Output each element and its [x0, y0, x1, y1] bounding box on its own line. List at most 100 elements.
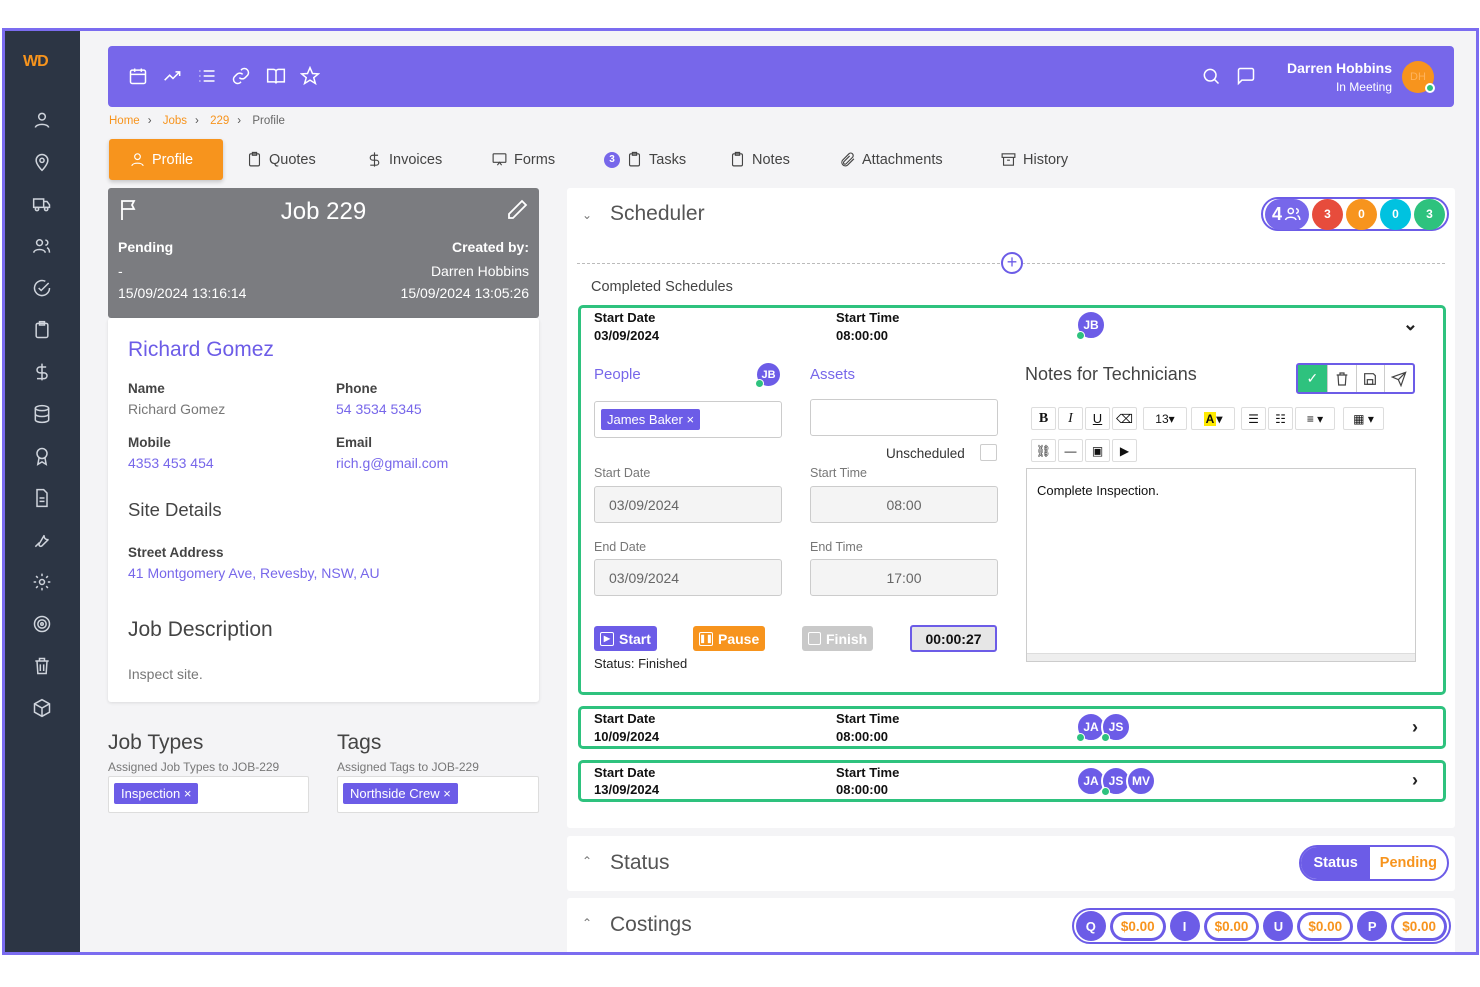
user-avatar[interactable]: DH — [1402, 61, 1435, 93]
save-icon[interactable] — [1355, 365, 1385, 392]
red-count[interactable]: 3 — [1312, 198, 1343, 230]
video-icon[interactable]: ▶ — [1112, 439, 1137, 462]
remove-icon[interactable]: × — [443, 786, 451, 801]
breadcrumb-home[interactable]: Home — [109, 115, 140, 127]
unscheduled-checkbox[interactable] — [980, 444, 997, 461]
customer-heading[interactable]: Richard Gomez — [128, 338, 274, 362]
eraser-icon[interactable]: ⌫ — [1112, 407, 1137, 430]
schedule-row[interactable]: Start Date 10/09/2024 Start Time 08:00:0… — [578, 706, 1446, 749]
remove-icon[interactable]: × — [687, 412, 695, 427]
remove-icon[interactable]: × — [184, 786, 192, 801]
start-date-input[interactable]: 03/09/2024 — [594, 486, 782, 523]
person-chip[interactable]: James Baker × — [601, 409, 701, 430]
list-icon[interactable] — [197, 66, 219, 88]
start-time-input[interactable]: 08:00 — [810, 486, 998, 523]
tab-invoices[interactable]: Invoices — [366, 139, 442, 180]
schedule-row[interactable]: Start Date 13/09/2024 Start Time 08:00:0… — [578, 760, 1446, 802]
cyan-count[interactable]: 0 — [1380, 198, 1411, 230]
customer-email[interactable]: rich.g@gmail.com — [336, 455, 448, 471]
status-pill[interactable]: Status Pending — [1299, 845, 1449, 881]
user-name[interactable]: Darren Hobbins — [1287, 60, 1392, 76]
tab-tasks[interactable]: 3 Tasks — [604, 139, 686, 180]
italic-button[interactable]: I — [1058, 407, 1083, 430]
bold-button[interactable]: B — [1031, 407, 1056, 430]
job-types-input[interactable]: Inspection × — [108, 776, 309, 813]
avatar[interactable]: JB — [1076, 310, 1106, 340]
users-icon[interactable] — [29, 233, 55, 259]
bullet-list-icon[interactable]: ☰ — [1241, 407, 1266, 430]
document-icon[interactable] — [29, 485, 55, 511]
location-icon[interactable] — [29, 149, 55, 175]
tab-attachments[interactable]: Attachments — [839, 139, 943, 180]
award-icon[interactable] — [29, 443, 55, 469]
tab-quotes[interactable]: Quotes — [246, 139, 316, 180]
resize-handle[interactable] — [1027, 653, 1415, 661]
message-icon[interactable] — [1236, 66, 1258, 88]
send-icon[interactable] — [1384, 365, 1413, 392]
green-count[interactable]: 3 — [1414, 198, 1445, 230]
trash-icon[interactable] — [1326, 365, 1356, 392]
people-input[interactable]: James Baker × — [594, 401, 782, 438]
customer-phone[interactable]: 54 3534 5345 — [336, 401, 422, 417]
breadcrumb-job[interactable]: 229 — [210, 115, 229, 127]
target-icon[interactable] — [29, 611, 55, 637]
app-logo[interactable]: WD — [23, 53, 49, 71]
calendar-icon[interactable] — [128, 66, 150, 88]
gear-icon[interactable] — [29, 569, 55, 595]
star-icon[interactable] — [299, 65, 322, 88]
breadcrumb-jobs[interactable]: Jobs — [163, 115, 187, 127]
clipboard-icon[interactable] — [29, 317, 55, 343]
end-date-input[interactable]: 03/09/2024 — [594, 559, 782, 596]
tab-notes[interactable]: Notes — [729, 139, 790, 180]
text-color-button[interactable]: A ▾ — [1191, 407, 1235, 430]
chevron-up-icon[interactable]: ⌃ — [582, 854, 592, 868]
package-icon[interactable] — [29, 695, 55, 721]
street-address[interactable]: 41 Montgomery Ave, Revesby, NSW, AU — [128, 565, 380, 581]
avatar[interactable]: MV — [1126, 766, 1156, 796]
avatar[interactable]: JS — [1101, 712, 1131, 742]
align-dropdown[interactable]: ≡ ▾ — [1295, 407, 1335, 430]
edit-icon[interactable] — [505, 198, 529, 227]
link-icon[interactable] — [231, 66, 253, 88]
tab-forms[interactable]: Forms — [491, 139, 555, 180]
add-schedule-button[interactable]: + — [1001, 252, 1023, 274]
numbered-list-icon[interactable]: ☷ — [1268, 407, 1293, 430]
chevron-right-icon[interactable]: › — [1412, 717, 1418, 738]
job-type-chip[interactable]: Inspection × — [114, 783, 199, 804]
chevron-down-icon[interactable]: ⌄ — [582, 208, 592, 222]
search-icon[interactable] — [1201, 66, 1223, 88]
tags-input[interactable]: Northside Crew × — [337, 776, 539, 813]
table-dropdown[interactable]: ▦ ▾ — [1343, 407, 1384, 430]
dollar-icon[interactable] — [29, 359, 55, 385]
chevron-right-icon[interactable]: › — [1412, 770, 1418, 791]
chevron-up-icon[interactable]: ⌃ — [582, 916, 592, 930]
trash-icon[interactable] — [29, 653, 55, 679]
font-size-dropdown[interactable]: 13 ▾ — [1143, 407, 1187, 430]
database-icon[interactable] — [29, 401, 55, 427]
notes-editor[interactable]: Complete Inspection. — [1026, 468, 1416, 662]
assets-input[interactable] — [810, 399, 998, 436]
end-time-input[interactable]: 17:00 — [810, 559, 998, 596]
pause-button[interactable]: ❚❚ Pause — [693, 626, 766, 651]
chevron-down-icon[interactable]: ⌄ — [1403, 314, 1418, 335]
orange-count[interactable]: 0 — [1346, 198, 1377, 230]
truck-icon[interactable] — [29, 191, 55, 217]
tab-history[interactable]: History — [1000, 139, 1068, 180]
check-circle-icon[interactable] — [29, 275, 55, 301]
link-icon[interactable]: ⛓ — [1031, 439, 1056, 462]
image-icon[interactable]: ▣ — [1085, 439, 1110, 462]
customer-mobile[interactable]: 4353 453 454 — [128, 455, 214, 471]
book-icon[interactable] — [266, 66, 288, 88]
trend-icon[interactable] — [163, 66, 185, 88]
check-icon[interactable]: ✓ — [1298, 365, 1327, 392]
user-icon[interactable] — [29, 107, 55, 133]
tab-profile[interactable]: Profile — [109, 139, 223, 180]
costings-pill[interactable]: Q $0.00 I $0.00 U $0.00 P $0.00 — [1071, 908, 1451, 944]
avatar[interactable]: JB — [755, 361, 782, 388]
people-count[interactable]: 4 — [1265, 198, 1309, 230]
finish-button[interactable]: Finish — [802, 626, 874, 651]
wrench-icon[interactable] — [29, 527, 55, 553]
underline-button[interactable]: U — [1085, 407, 1110, 430]
start-button[interactable]: ▶ Start — [594, 626, 657, 651]
horizontal-rule-icon[interactable]: — — [1058, 439, 1083, 462]
